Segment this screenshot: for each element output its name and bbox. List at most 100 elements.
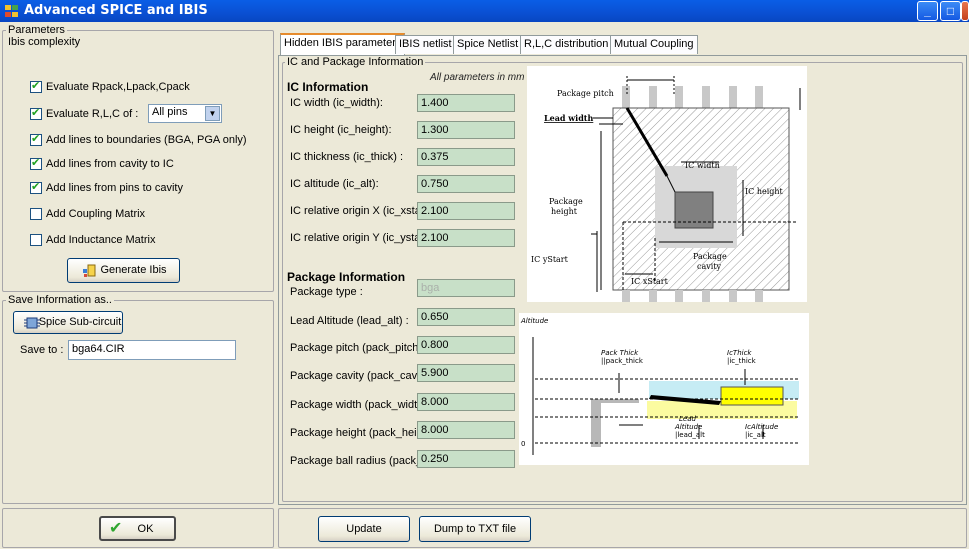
ic-alt-label-1: IcAltitude — [745, 423, 778, 431]
package-height-label-1: Package — [549, 197, 583, 206]
checkmark-icon: ✔ — [109, 520, 123, 537]
zero-label: 0 — [521, 440, 525, 448]
checkbox-box[interactable] — [30, 106, 42, 120]
lead — [729, 290, 737, 302]
spice-subcircuit-button[interactable]: Spice Sub-circuit — [13, 311, 123, 334]
checkbox-box[interactable] — [30, 79, 42, 93]
package-type-field[interactable]: bga — [417, 279, 515, 297]
ic-thick-field[interactable]: 0.375 — [417, 148, 515, 166]
pack-pitch-field[interactable]: 0.800 — [417, 336, 515, 354]
ic-alt-label-2: |ic_alt — [745, 431, 766, 439]
tab-spice-netlist[interactable]: Spice Netlist — [453, 35, 523, 54]
ic-xstart-diagram-label: IC xStart — [631, 277, 669, 286]
package-info-title: Package Information — [287, 270, 406, 284]
pack-width-field[interactable]: 8.000 — [417, 393, 515, 411]
pack-height-field[interactable]: 8.000 — [417, 421, 515, 439]
ic-ystart-field[interactable]: 2.100 — [417, 229, 515, 247]
lead-label-2: Altitude — [674, 423, 702, 431]
ok-button[interactable]: ✔ OK — [99, 516, 176, 541]
altitude-label: Altitude — [520, 317, 548, 325]
select-value: All pins — [152, 106, 188, 118]
generate-ibis-button[interactable]: Generate Ibis — [67, 258, 180, 283]
ic-info-title: IC Information — [287, 80, 369, 94]
restore-button[interactable]: □ — [940, 1, 961, 21]
lead — [622, 290, 630, 302]
ic-alt-label: IC altitude (ic_alt): — [290, 178, 379, 190]
parameters-legend: Parameters — [6, 24, 67, 36]
ic-block — [720, 386, 784, 406]
package-pitch-label: Package pitch — [557, 89, 614, 98]
ic-alt-field[interactable]: 0.750 — [417, 175, 515, 193]
package-cavity-label-2: cavity — [697, 262, 722, 271]
pack-pitch-label: Package pitch (pack_pitch): — [290, 342, 426, 354]
save-to-input[interactable]: bga64.CIR — [68, 340, 236, 360]
pack-width-label: Package width (pack_width) : — [290, 399, 434, 411]
lead-width-label: Lead width — [544, 113, 593, 123]
ic-width-label: IC width (ic_width): — [290, 97, 383, 109]
ic-thick-label-2: |ic_thick — [727, 357, 757, 365]
lead-label-3: |lead_alt — [675, 431, 705, 439]
checkbox-box[interactable] — [30, 208, 42, 220]
ic-height-diagram-label: IC height — [745, 187, 784, 196]
units-note: All parameters in mm — [430, 72, 525, 83]
checkbox-label: Add lines to boundaries (BGA, PGA only) — [46, 134, 247, 146]
checkbox-box[interactable] — [30, 234, 42, 246]
lead — [649, 86, 657, 108]
ibis-complexity-legend: Ibis complexity — [6, 36, 83, 48]
lead — [702, 290, 710, 302]
minimize-button[interactable]: _ — [917, 1, 938, 21]
package-cavity-label-1: Package — [693, 252, 727, 261]
chevron-down-icon[interactable]: ▼ — [205, 106, 220, 121]
ic-ystart-label: IC relative origin Y (ic_ystart): — [290, 232, 434, 244]
chip-icon — [24, 317, 40, 329]
lead — [755, 290, 763, 302]
package-height-label-2: height — [551, 207, 578, 216]
lead — [675, 290, 683, 302]
ic-thick-label: IC thickness (ic_thick) : — [290, 151, 404, 163]
ic-thick-label-1: IcThick — [727, 349, 752, 357]
ok-label: OK — [137, 523, 154, 535]
pack-cavity-field[interactable]: 5.900 — [417, 364, 515, 382]
pack-ball-field[interactable]: 0.250 — [417, 450, 515, 468]
checkbox-label: Evaluate Rpack,Lpack,Cpack — [46, 81, 190, 93]
lead-label-1: Lead — [679, 415, 696, 423]
window-title: Advanced SPICE and IBIS — [24, 3, 208, 18]
rlc-pins-select[interactable]: All pins ▼ — [148, 104, 222, 123]
ic-ystart-diagram-label: IC yStart — [531, 255, 569, 264]
ic-xstart-label: IC relative origin X (ic_xstart) : — [290, 205, 438, 217]
checkbox-box[interactable] — [30, 132, 42, 146]
package-type-label: Package type : — [290, 286, 363, 298]
checkbox-label: Add lines from pins to cavity — [46, 182, 183, 194]
lead — [702, 86, 710, 108]
app-icon — [5, 5, 18, 17]
package-side-view-diagram: Altitude Pack Thick ||pack_thick IcThick… — [519, 313, 809, 465]
ic-xstart-field[interactable]: 2.100 — [417, 202, 515, 220]
tab-ibis-netlist[interactable]: IBIS netlist — [395, 35, 456, 54]
save-info-legend: Save Information as.. — [6, 294, 114, 306]
update-button[interactable]: Update — [318, 516, 410, 542]
title-bar: Advanced SPICE and IBIS _ □ — [0, 0, 969, 22]
lead — [729, 86, 737, 108]
package-top-view-diagram: Package pitch Lead width IC width IC hei… — [527, 66, 807, 302]
lead-alt-field[interactable]: 0.650 — [417, 308, 515, 326]
tab-rlc-distribution[interactable]: R,L,C distribution — [520, 35, 613, 54]
ic-height-field[interactable]: 1.300 — [417, 121, 515, 139]
lead — [755, 86, 763, 108]
close-button[interactable] — [961, 1, 969, 21]
tab-mutual-coupling[interactable]: Mutual Coupling — [610, 35, 698, 54]
checkbox-box[interactable] — [30, 180, 42, 194]
checkbox-label: Add lines from cavity to IC — [46, 158, 174, 170]
ic-package-legend: IC and Package Information — [285, 56, 426, 68]
lead-left — [591, 401, 601, 447]
lead-alt-label: Lead Altitude (lead_alt) : — [290, 315, 409, 327]
ic-width-diagram-label: IC width — [685, 161, 720, 170]
pack-thick-label-1: Pack Thick — [601, 349, 639, 357]
tab-hidden-ibis-parameters[interactable]: Hidden IBIS parameters — [280, 33, 406, 55]
ic-die — [674, 191, 714, 229]
dump-to-txt-button[interactable]: Dump to TXT file — [419, 516, 531, 542]
checkbox-box[interactable] — [30, 156, 42, 170]
ic-width-field[interactable]: 1.400 — [417, 94, 515, 112]
checkbox-label: Evaluate R,L,C of : — [46, 108, 139, 120]
lead — [675, 86, 683, 108]
pack-thick-label-2: ||pack_thick — [601, 357, 644, 365]
